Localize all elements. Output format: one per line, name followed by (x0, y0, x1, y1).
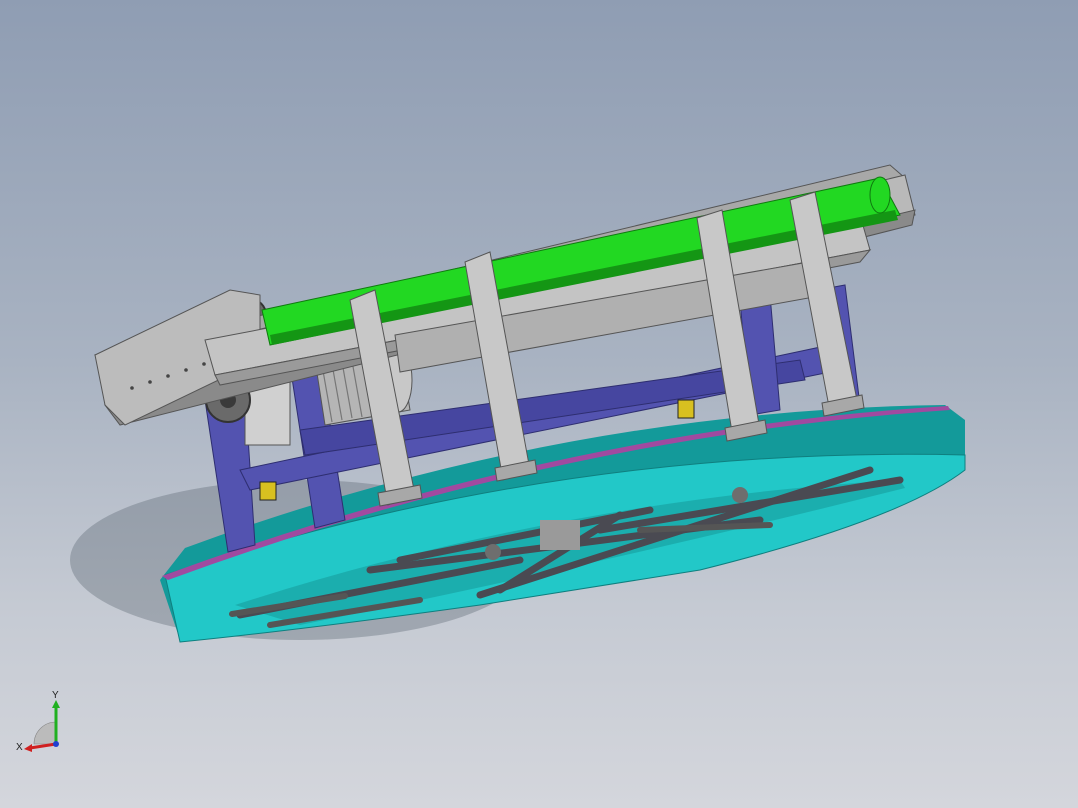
mount-bracket (259, 481, 277, 501)
orientation-triad[interactable]: Y X (14, 684, 84, 754)
x-axis-label: X (16, 742, 23, 753)
y-axis-label: Y (52, 690, 59, 701)
3d-model-conveyor-turntable[interactable] (0, 0, 1078, 808)
x-axis-head (24, 744, 32, 752)
belt-end-roller (869, 176, 891, 214)
center-column (540, 520, 580, 550)
pivot-wheel (485, 544, 501, 560)
y-axis-head (52, 700, 60, 708)
triad-quarter-sphere (33, 721, 57, 745)
pivot-wheel (732, 487, 748, 503)
mount-bracket (677, 399, 695, 419)
x-axis-arrow (29, 742, 57, 750)
z-axis-dot (53, 741, 59, 747)
graphics-viewport[interactable]: Y X (0, 0, 1078, 808)
